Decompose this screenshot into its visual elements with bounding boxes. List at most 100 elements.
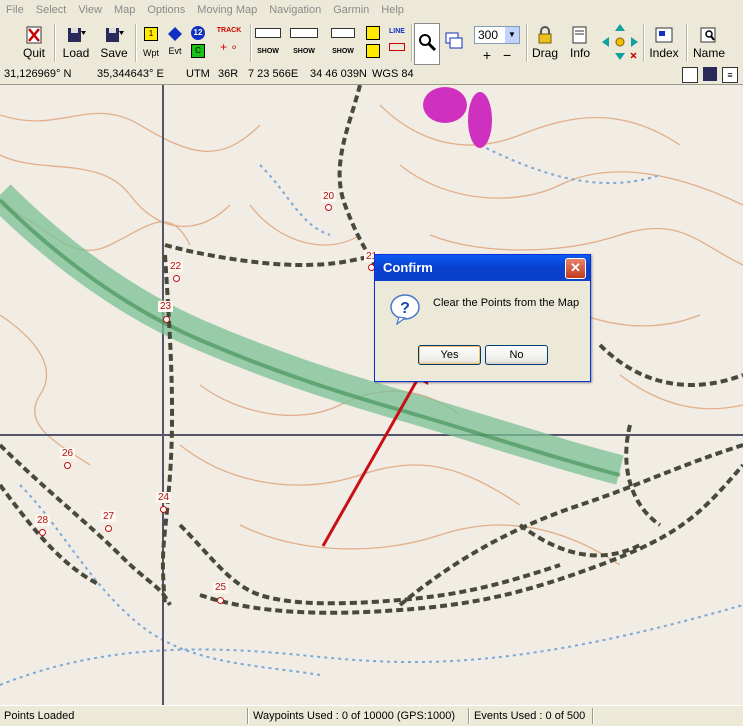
show-waypoints-button[interactable]: SHOW	[254, 23, 282, 63]
toolbar-separator	[526, 24, 528, 62]
line-tool-button[interactable]: LINE	[386, 23, 408, 63]
measure-icon	[366, 26, 380, 40]
index-label: Index	[649, 46, 679, 60]
info-button[interactable]: Info	[566, 23, 594, 63]
quit-button[interactable]: Quit	[20, 23, 48, 63]
status-divider	[247, 708, 249, 724]
index-button[interactable]: Index	[647, 23, 681, 63]
yes-button[interactable]: Yes	[418, 345, 481, 365]
green-c-letter: C	[195, 46, 201, 55]
waypoint-label-25: 25	[213, 582, 229, 593]
show-track-button[interactable]: SHOW	[289, 23, 319, 63]
waypoint-label-23: 23	[158, 301, 174, 312]
toolbar-separator	[643, 24, 645, 62]
waypoint-number: 1	[148, 29, 154, 38]
load-button[interactable]: Load	[60, 23, 92, 63]
waypoint-tool-button[interactable]: 1 Wpt	[140, 23, 162, 63]
dialog-title-bar[interactable]: Confirm ✕	[375, 255, 590, 281]
menu-navigation[interactable]: Navigation	[263, 0, 327, 21]
dialog-title: Confirm	[383, 260, 433, 275]
green-c-icon: C	[191, 44, 205, 58]
lock-icon	[538, 26, 552, 44]
menu-file[interactable]: File	[0, 0, 30, 21]
close-icon: ✕	[570, 260, 581, 275]
close-button[interactable]: ✕	[565, 258, 586, 279]
evt-label: Evt	[168, 46, 182, 56]
waypoint-marker-24[interactable]	[160, 506, 167, 513]
waypoint-label-20: 20	[321, 191, 337, 202]
zoom-value: 300	[478, 28, 499, 42]
track-tool-button[interactable]: TRACK + ∘	[212, 23, 246, 63]
floppy-export-icon[interactable]	[703, 67, 717, 81]
zoom-select[interactable]: 300 ▼	[474, 26, 520, 44]
pan-control[interactable]	[600, 23, 640, 63]
save-button[interactable]: Save	[98, 23, 130, 63]
waypoint-label-28: 28	[35, 515, 51, 526]
question-icon: ?	[390, 294, 420, 325]
coordinate-bar: 31,126969° N 35,344643° E UTM 36R 7 23 5…	[0, 66, 743, 85]
waypoint-label-22: 22	[168, 261, 184, 272]
utm-northing: 34 46 039N	[310, 68, 367, 80]
show-route-button[interactable]: SHOW	[329, 23, 357, 63]
events-used: Events Used : 0 of 500	[474, 710, 586, 722]
waypoint-marker-26[interactable]	[64, 462, 71, 469]
waypoint-marker-23[interactable]	[163, 316, 170, 323]
route-number-icon: 12	[191, 26, 205, 40]
name-button[interactable]: Name	[691, 23, 727, 63]
route-box-icon	[331, 28, 355, 38]
topographic-map[interactable]: 20 21 22 23 24 25 26 27 28	[0, 85, 743, 705]
waypoint-icon: 1	[144, 27, 158, 41]
toolbar-separator	[250, 24, 252, 62]
status-bar: Points Loaded Waypoints Used : 0 of 1000…	[0, 705, 743, 726]
zoom-out-icon[interactable]: −	[503, 47, 511, 63]
track-label: TRACK	[216, 27, 242, 34]
menu-map[interactable]: Map	[108, 0, 141, 21]
info-label: Info	[569, 46, 590, 60]
zoom-in-icon[interactable]: +	[483, 47, 491, 63]
status-divider	[592, 708, 594, 724]
dialog-message: Clear the Points from the Map	[433, 297, 580, 309]
menu-garmin[interactable]: Garmin	[327, 0, 375, 21]
load-label: Load	[62, 46, 90, 60]
event-diamond-icon	[168, 27, 182, 41]
waypoint-marker-20[interactable]	[325, 204, 332, 211]
measure-button[interactable]	[362, 23, 384, 63]
waypoint-label-26: 26	[60, 448, 76, 459]
no-button[interactable]: No	[485, 345, 548, 365]
menu-help[interactable]: Help	[375, 0, 410, 21]
track-box-icon	[290, 28, 318, 38]
waypoint-marker-25[interactable]	[217, 597, 224, 604]
show-label-3: SHOW	[332, 48, 354, 55]
windows-icon	[445, 32, 463, 49]
event-tool-button[interactable]: Evt	[164, 23, 186, 63]
latitude-readout: 31,126969° N	[4, 68, 72, 80]
waypoint-marker-27[interactable]	[105, 525, 112, 532]
datum-readout: WGS 84	[372, 68, 414, 80]
route-tool-button[interactable]: 12 C	[188, 23, 208, 63]
menu-select[interactable]: Select	[30, 0, 73, 21]
utm-easting: 7 23 566E	[248, 68, 299, 80]
waypoint-marker-28[interactable]	[39, 529, 46, 536]
zoom-tool-button[interactable]	[414, 23, 440, 65]
wpt-label: Wpt	[142, 48, 159, 58]
waypoint-box-icon	[255, 28, 281, 38]
menu-moving-map[interactable]: Moving Map	[191, 0, 263, 21]
map-graphics	[0, 85, 743, 705]
options-icon[interactable]: ≡	[722, 67, 738, 83]
plus-dot-icon: + ∘	[220, 40, 238, 54]
drag-button[interactable]: Drag	[530, 23, 560, 63]
waypoint-marker-22[interactable]	[173, 275, 180, 282]
waypoints-used: Waypoints Used : 0 of 10000 (GPS:1000)	[253, 710, 455, 722]
toolbar-separator	[686, 24, 688, 62]
measure-icon-2	[366, 44, 380, 58]
svg-text:?: ?	[400, 300, 410, 317]
map-image-icon[interactable]	[682, 67, 698, 83]
quit-label: Quit	[22, 46, 45, 60]
route-number: 12	[193, 28, 203, 37]
floppy-load-icon	[68, 28, 86, 42]
menu-view[interactable]: View	[72, 0, 108, 21]
utm-zone: 36R	[218, 68, 239, 80]
menu-options[interactable]: Options	[141, 0, 191, 21]
index-map-icon	[655, 27, 673, 43]
window-tool-button[interactable]	[443, 23, 465, 63]
